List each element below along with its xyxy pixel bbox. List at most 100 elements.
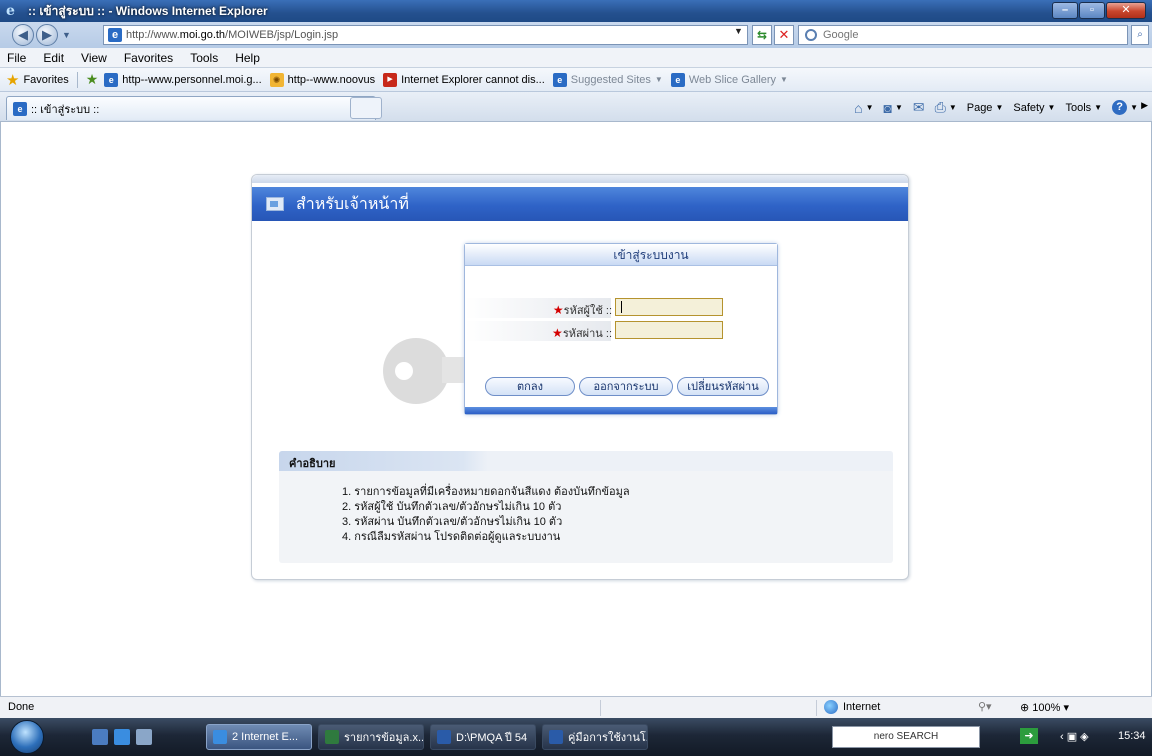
required-star-icon: ★ <box>552 303 564 317</box>
list-item: 2. รหัสผู้ใช้ บันทึกตัวเลข/ตัวอักษรไม่เก… <box>342 501 562 513</box>
search-field[interactable] <box>798 25 1128 45</box>
username-field[interactable] <box>615 298 723 316</box>
login-form-header: เข้าสู่ระบบงาน <box>465 244 777 266</box>
change-password-button[interactable]: เปลี่ยนรหัสผ่าน <box>677 377 769 396</box>
page-viewport: สำหรับเจ้าหน้าที่ เข้าสู่ระบบงาน ★รหัสผู… <box>0 122 1152 696</box>
menu-tools[interactable]: Tools <box>187 51 221 65</box>
favorite-suggested-sites[interactable]: e Suggested Sites ▼ <box>552 72 663 87</box>
maximize-button[interactable]: ▫ <box>1079 2 1105 19</box>
tray-icons[interactable]: ‹ ▣ ◈ <box>1060 730 1089 743</box>
window-icon <box>266 197 284 211</box>
tab-label: :: เข้าสู่ระบบ :: <box>31 103 100 116</box>
search-button[interactable]: ⌕ <box>1131 25 1149 45</box>
address-bar: ◀ ▶ ▼ e http://www.moi.go.th/MOIWEB/jsp/… <box>0 22 1152 48</box>
tray-arrow-icon[interactable]: ➜ <box>1020 728 1038 744</box>
favorites-button[interactable]: Favorites <box>23 74 68 86</box>
password-field[interactable] <box>615 321 723 339</box>
tools-menu[interactable]: Tools ▼ <box>1065 102 1102 114</box>
panel-title: สำหรับเจ้าหน้าที่ <box>296 193 409 213</box>
ie-page-icon: e <box>108 28 122 42</box>
window-title: :: เข้าสู่ระบบ :: - Windows Internet Exp… <box>28 3 268 18</box>
url-dropdown-icon[interactable]: ▼ <box>734 26 743 36</box>
print-icon: ⎙ <box>934 99 946 115</box>
sun-icon: ✺ <box>269 72 284 87</box>
history-dropdown-icon[interactable]: ▼ <box>62 30 71 40</box>
add-favorite-icon[interactable]: ★ <box>86 71 99 88</box>
logout-button[interactable]: ออกจากระบบ <box>579 377 673 396</box>
forward-button[interactable]: ▶ <box>36 24 58 46</box>
list-item: 1. รายการข้อมูลที่มีเครื่องหมายดอกจันสีแ… <box>342 486 630 498</box>
taskbar-item-excel[interactable]: รายการข้อมูล.x... <box>318 724 424 750</box>
zoom-control[interactable]: ⊕ 100% ▾ <box>1020 701 1069 714</box>
favorite-web-slice-gallery[interactable]: e Web Slice Gallery ▼ <box>670 72 788 87</box>
tab-bar: e :: เข้าสู่ระบบ :: ⌂ ▼ ◙ ▼ ✉ ⎙ ▼ Page ▼ Saf… <box>0 92 1152 122</box>
app-icon[interactable] <box>136 729 152 745</box>
taskbar-item-folder[interactable]: D:\PMQA ปี 54 <box>430 724 536 750</box>
home-button[interactable]: ⌂ ▼ <box>854 100 873 116</box>
ie-logo-icon: e <box>6 3 15 19</box>
back-button[interactable]: ◀ <box>12 24 34 46</box>
menu-favorites[interactable]: Favorites <box>121 51 176 65</box>
chevron-down-icon: ▼ <box>654 75 663 84</box>
separator <box>600 700 601 716</box>
username-label: ★รหัสผู้ใช้ :: <box>552 303 612 317</box>
search-input[interactable] <box>823 29 1103 41</box>
menu-edit[interactable]: Edit <box>40 51 67 65</box>
favorite-link-personnel[interactable]: e http--www.personnel.moi.g... <box>104 72 262 87</box>
security-zone[interactable]: Internet <box>824 700 880 714</box>
panel-top-border <box>252 175 908 183</box>
globe-icon <box>824 700 838 714</box>
panel-header: สำหรับเจ้าหน้าที่ <box>252 187 908 221</box>
folder-icon <box>437 730 451 744</box>
command-bar: ⌂ ▼ ◙ ▼ ✉ ⎙ ▼ Page ▼ Safety ▼ Tools ▼ ? ▼ <box>844 99 1138 116</box>
separator <box>76 71 78 88</box>
taskbar-item-ie[interactable]: 2 Internet E... <box>206 724 312 750</box>
chevron-right-icon[interactable]: ▶ <box>1141 100 1148 111</box>
close-button[interactable]: ✕ <box>1106 2 1146 19</box>
favorites-bar: ★ Favorites ★ e http--www.personnel.moi.g… <box>0 68 1152 92</box>
rss-icon: ◙ <box>883 99 892 116</box>
start-button[interactable] <box>10 720 44 754</box>
window-controls: – ▫ ✕ <box>1051 2 1146 19</box>
tab-login[interactable]: e :: เข้าสู่ระบบ :: <box>6 96 376 120</box>
list-item: 3. รหัสผ่าน บันทึกตัวเลข/ตัวอักษรไม่เกิน… <box>342 516 563 528</box>
help-button[interactable]: ? ▼ <box>1112 100 1138 115</box>
menu-file[interactable]: File <box>4 51 29 65</box>
status-text: Done <box>8 701 35 713</box>
clock[interactable]: 15:34 <box>1118 730 1146 742</box>
ie-logo-icon: e <box>13 101 27 116</box>
status-bar: Done Internet ⚲▾ ⊕ 100% ▾ <box>0 696 1152 718</box>
description-box: คำอธิบาย 1. รายการข้อมูลที่มีเครื่องหมาย… <box>279 451 893 563</box>
print-button[interactable]: ⎙ ▼ <box>935 99 957 116</box>
menu-view[interactable]: View <box>78 51 110 65</box>
favorite-link-noovus[interactable]: ✺ http--www.noovus <box>269 72 375 87</box>
nero-search-box[interactable]: nero SEARCH <box>832 726 980 748</box>
stop-button[interactable]: ✕ <box>774 25 794 45</box>
safety-menu[interactable]: Safety ▼ <box>1013 102 1055 114</box>
show-desktop-icon[interactable] <box>92 729 108 745</box>
taskbar-item-word[interactable]: คู่มือการใช้งานโ... <box>542 724 648 750</box>
title-bar: e :: เข้าสู่ระบบ :: - Windows Internet E… <box>0 0 1152 22</box>
quick-launch <box>92 729 158 745</box>
ok-button[interactable]: ตกลง <box>485 377 575 396</box>
text-cursor <box>621 301 622 313</box>
search-icon <box>805 29 817 41</box>
separator <box>816 700 817 716</box>
page-menu[interactable]: Page ▼ <box>967 102 1004 114</box>
favorite-link-youtube[interactable]: ▶ Internet Explorer cannot dis... <box>383 72 545 87</box>
protected-mode-icon[interactable]: ⚲▾ <box>978 700 992 713</box>
new-tab-button[interactable] <box>350 97 382 119</box>
ie-logo-icon <box>213 730 227 744</box>
password-row: ★รหัสผ่าน :: <box>465 321 777 341</box>
username-row: ★รหัสผู้ใช้ :: <box>465 298 777 318</box>
refresh-button[interactable]: ⇆ <box>752 25 772 45</box>
minimize-button[interactable]: – <box>1052 2 1078 19</box>
help-icon: ? <box>1112 100 1128 115</box>
menu-bar: File Edit View Favorites Tools Help <box>0 48 1152 68</box>
url-field[interactable]: e http://www.moi.go.th/MOIWEB/jsp/Login.… <box>103 25 748 45</box>
mail-button[interactable]: ✉ <box>913 99 925 116</box>
favorites-star-icon: ★ <box>6 71 20 89</box>
feeds-button[interactable]: ◙ ▼ <box>883 100 902 116</box>
ie-logo-icon[interactable] <box>114 729 130 745</box>
menu-help[interactable]: Help <box>232 51 263 65</box>
